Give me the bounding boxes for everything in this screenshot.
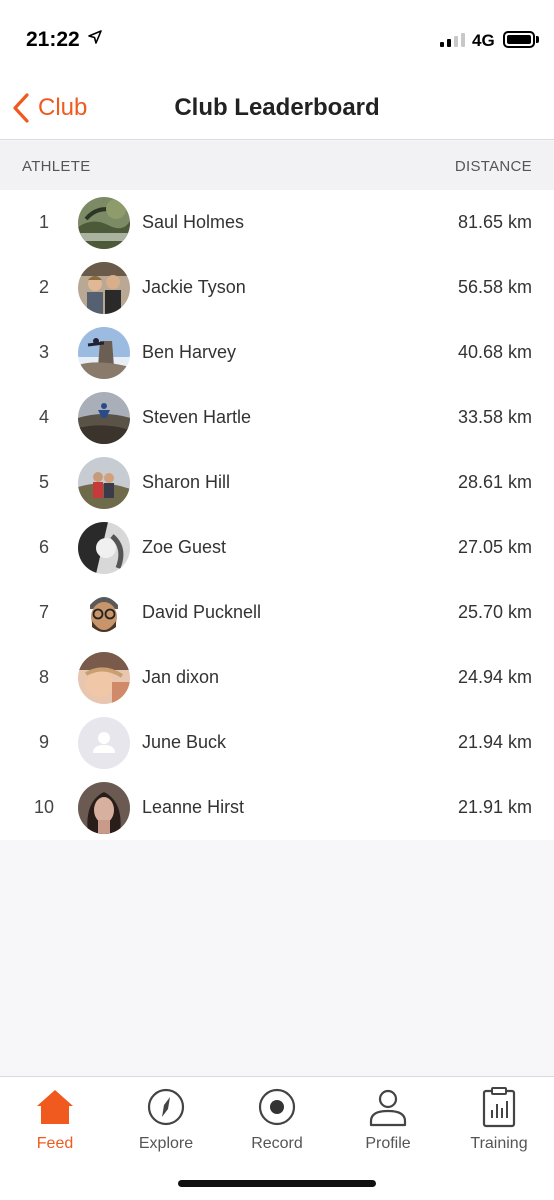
rank: 9 bbox=[38, 732, 49, 752]
leaderboard-row[interactable]: 5 Sharon Hill 28.61 km bbox=[0, 450, 554, 515]
location-arrow-icon bbox=[88, 30, 102, 44]
leaderboard-row[interactable]: 8 Jan dixon 24.94 km bbox=[0, 645, 554, 710]
tab-profile[interactable]: Profile bbox=[333, 1077, 443, 1167]
status-bar: 21:22 4G bbox=[0, 0, 554, 80]
athlete-distance: 24.94 km bbox=[457, 667, 532, 687]
avatar[interactable] bbox=[78, 522, 130, 574]
tab-explore[interactable]: Explore bbox=[111, 1077, 221, 1167]
network-type: 4G bbox=[472, 31, 495, 50]
tab-training[interactable]: Training bbox=[444, 1077, 554, 1167]
battery-cap bbox=[536, 36, 539, 43]
athlete-distance: 33.58 km bbox=[457, 407, 532, 427]
signal-icon bbox=[440, 33, 465, 47]
athlete-distance: 81.65 km bbox=[457, 212, 532, 232]
athlete-name[interactable]: Zoe Guest bbox=[142, 537, 226, 558]
leaderboard-row[interactable]: 6 Zoe Guest 27.05 km bbox=[0, 515, 554, 580]
tab-label: Training bbox=[470, 1135, 528, 1152]
athlete-name[interactable]: Ben Harvey bbox=[142, 342, 236, 363]
avatar[interactable] bbox=[78, 457, 130, 509]
rank: 1 bbox=[38, 212, 49, 232]
rank: 4 bbox=[38, 407, 49, 427]
tab-feed[interactable]: Feed bbox=[0, 1077, 110, 1167]
column-header: ATHLETE DISTANCE bbox=[0, 141, 554, 190]
tab-label: Record bbox=[251, 1135, 303, 1152]
page-title: Club Leaderboard bbox=[174, 94, 380, 121]
leaderboard-row[interactable]: 1 Saul Holmes 81.65 km bbox=[0, 190, 554, 255]
column-distance: DISTANCE bbox=[454, 158, 532, 175]
tab-record[interactable]: Record bbox=[222, 1077, 332, 1167]
rank: 2 bbox=[38, 277, 49, 297]
athlete-name[interactable]: Sharon Hill bbox=[142, 472, 230, 493]
avatar[interactable] bbox=[78, 262, 130, 314]
leaderboard-row[interactable]: 3 Ben Harvey 40.68 km bbox=[0, 320, 554, 385]
rank: 6 bbox=[38, 537, 49, 557]
leaderboard-row[interactable]: 4 Steven Hartle 33.58 km bbox=[0, 385, 554, 450]
athlete-name[interactable]: Jan dixon bbox=[142, 667, 219, 688]
athlete-name[interactable]: David Pucknell bbox=[142, 602, 261, 623]
rank: 10 bbox=[33, 797, 55, 817]
avatar[interactable] bbox=[78, 587, 130, 639]
home-icon bbox=[33, 1085, 77, 1129]
athlete-distance: 40.68 km bbox=[457, 342, 532, 362]
nav-bar: Club Club Leaderboard bbox=[0, 80, 554, 140]
leaderboard-row[interactable]: 10 Leanne Hirst 21.91 km bbox=[0, 775, 554, 840]
rank: 3 bbox=[38, 342, 49, 362]
leaderboard-row[interactable]: 9 June Buck 21.94 km bbox=[0, 710, 554, 775]
profile-icon bbox=[366, 1085, 410, 1129]
athlete-name[interactable]: Steven Hartle bbox=[142, 407, 251, 428]
status-time: 21:22 bbox=[26, 28, 80, 51]
record-icon bbox=[255, 1085, 299, 1129]
athlete-name[interactable]: June Buck bbox=[142, 732, 226, 753]
default-person-icon[interactable] bbox=[78, 717, 130, 769]
battery-icon bbox=[503, 31, 535, 48]
rank: 7 bbox=[38, 602, 49, 622]
tab-label: Feed bbox=[36, 1135, 74, 1152]
athlete-distance: 56.58 km bbox=[457, 277, 532, 297]
column-athlete: ATHLETE bbox=[22, 158, 91, 175]
compass-icon bbox=[144, 1085, 188, 1129]
rank: 8 bbox=[38, 667, 49, 687]
home-indicator[interactable] bbox=[178, 1180, 376, 1187]
athlete-distance: 28.61 km bbox=[457, 472, 532, 492]
avatar[interactable] bbox=[78, 782, 130, 834]
leaderboard-list: 1 Saul Holmes 81.65 km 2 Jackie Tyson 56… bbox=[0, 190, 554, 840]
athlete-distance: 27.05 km bbox=[457, 537, 532, 557]
leaderboard-row[interactable]: 2 Jackie Tyson 56.58 km bbox=[0, 255, 554, 320]
avatar[interactable] bbox=[78, 392, 130, 444]
avatar[interactable] bbox=[78, 327, 130, 379]
athlete-distance: 25.70 km bbox=[457, 602, 532, 622]
avatar[interactable] bbox=[78, 652, 130, 704]
avatar[interactable] bbox=[78, 197, 130, 249]
leaderboard-row[interactable]: 7 David Pucknell 25.70 km bbox=[0, 580, 554, 645]
rank: 5 bbox=[38, 472, 49, 492]
athlete-name[interactable]: Leanne Hirst bbox=[142, 797, 244, 818]
athlete-name[interactable]: Jackie Tyson bbox=[142, 277, 246, 298]
tab-label: Profile bbox=[365, 1135, 411, 1152]
athlete-distance: 21.94 km bbox=[457, 732, 532, 752]
athlete-distance: 21.91 km bbox=[457, 797, 532, 817]
tab-label: Explore bbox=[138, 1135, 194, 1152]
training-icon bbox=[477, 1085, 521, 1129]
athlete-name[interactable]: Saul Holmes bbox=[142, 212, 244, 233]
